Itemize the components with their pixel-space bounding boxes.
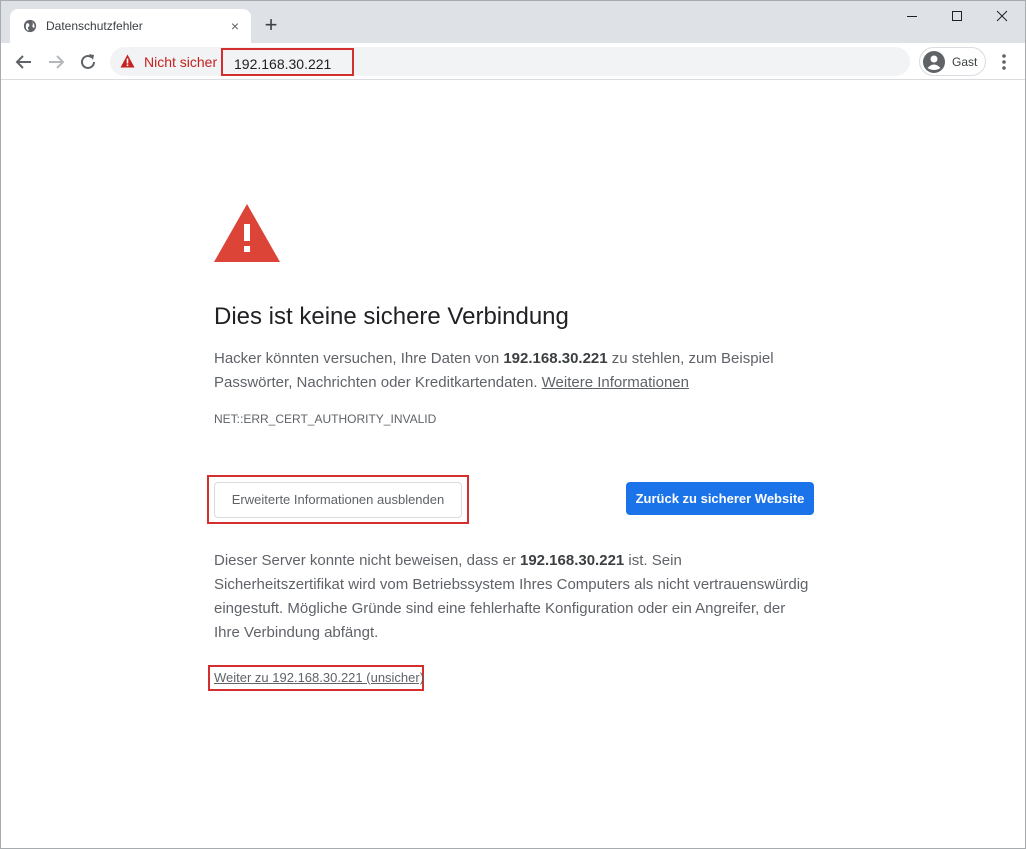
address-bar[interactable]: Nicht sicher 192.168.30.221 bbox=[110, 47, 910, 76]
not-secure-label[interactable]: Nicht sicher bbox=[144, 54, 217, 70]
minimize-button[interactable] bbox=[889, 1, 935, 33]
profile-button[interactable]: Gast bbox=[919, 47, 986, 76]
explanation-paragraph: Hacker könnten versuchen, Ihre Daten von… bbox=[214, 347, 824, 395]
hide-advanced-button[interactable]: Erweiterte Informationen ausblenden bbox=[214, 482, 462, 518]
globe-icon bbox=[23, 19, 37, 33]
maximize-button[interactable] bbox=[935, 1, 981, 33]
url-highlight[interactable]: 192.168.30.221 bbox=[221, 48, 354, 76]
details-paragraph: Dieser Server konnte nicht beweisen, das… bbox=[214, 549, 814, 645]
maximize-icon bbox=[952, 11, 962, 21]
tab-active[interactable]: Datenschutzfehler × bbox=[10, 9, 251, 43]
kebab-menu-icon[interactable] bbox=[995, 51, 1013, 73]
forward-arrow-icon[interactable] bbox=[45, 51, 67, 73]
tab-title: Datenschutzfehler bbox=[46, 19, 143, 33]
danger-triangle-icon bbox=[214, 204, 280, 262]
browser-window: Datenschutzfehler × + Nicht sicher 192.1… bbox=[0, 0, 1026, 849]
tab-close-icon[interactable]: × bbox=[227, 18, 243, 34]
window-close-button[interactable] bbox=[979, 1, 1025, 33]
para1-host: 192.168.30.221 bbox=[503, 350, 608, 367]
url-text[interactable]: 192.168.30.221 bbox=[234, 56, 331, 72]
back-to-safety-button[interactable]: Zurück zu sicherer Website bbox=[626, 482, 814, 515]
learn-more-link[interactable]: Weitere Informationen bbox=[542, 374, 689, 391]
minimize-icon bbox=[907, 16, 917, 17]
back-arrow-icon[interactable] bbox=[13, 51, 35, 73]
new-tab-button[interactable]: + bbox=[261, 14, 281, 37]
warning-triangle-icon[interactable] bbox=[120, 54, 135, 68]
reload-icon[interactable] bbox=[77, 51, 99, 73]
tab-strip: Datenschutzfehler × + bbox=[1, 1, 1025, 43]
para1-before: Hacker könnten versuchen, Ihre Daten von bbox=[214, 350, 504, 367]
error-code: NET::ERR_CERT_AUTHORITY_INVALID bbox=[214, 412, 437, 426]
page-title: Dies ist keine sichere Verbindung bbox=[214, 303, 569, 330]
para2-before: Dieser Server konnte nicht beweisen, das… bbox=[214, 552, 520, 569]
avatar-icon bbox=[923, 51, 945, 73]
proceed-unsafe-link[interactable]: Weiter zu 192.168.30.221 (unsicher) bbox=[214, 670, 424, 685]
interstitial-page: Dies ist keine sichere Verbindung Hacker… bbox=[1, 81, 1025, 848]
profile-name: Gast bbox=[952, 55, 978, 69]
close-icon bbox=[996, 10, 1008, 22]
para2-host: 192.168.30.221 bbox=[519, 552, 625, 569]
browser-toolbar: Nicht sicher 192.168.30.221 Gast bbox=[1, 43, 1025, 80]
